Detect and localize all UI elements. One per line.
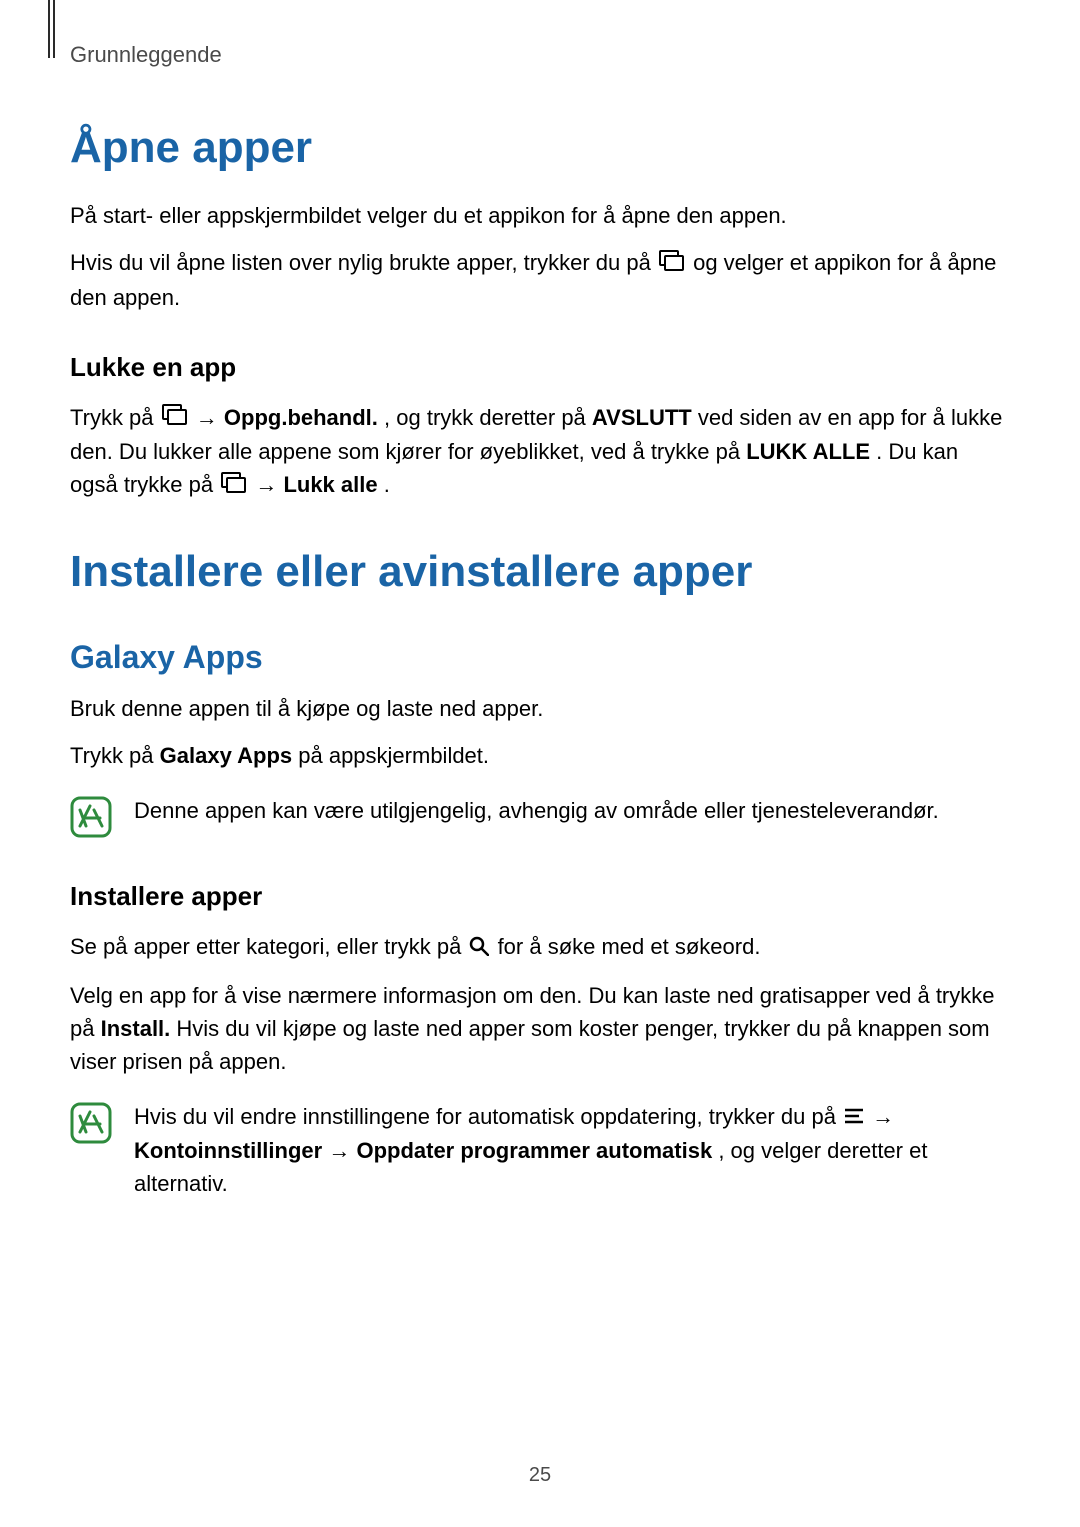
text-fragment: Se på apper etter kategori, eller trykk … [70, 934, 467, 959]
arrow-separator: → [328, 1138, 356, 1163]
text-bold: LUKK ALLE [746, 439, 870, 464]
note-text: Denne appen kan være utilgjengelig, avhe… [134, 794, 939, 827]
recent-apps-icon [162, 402, 188, 435]
paragraph: Se på apper etter kategori, eller trykk … [70, 930, 1010, 965]
page-number: 25 [0, 1464, 1080, 1487]
text-fragment: , og trykk deretter på [384, 405, 592, 430]
text-bold: Oppg.behandl. [224, 405, 378, 430]
text-fragment: Trykk på [70, 405, 160, 430]
paragraph: På start- eller appskjermbildet velger d… [70, 199, 1010, 232]
note-icon [70, 1102, 112, 1149]
heading-open-apps: Åpne apper [70, 123, 1010, 173]
text-bold: Oppdater programmer automatisk [356, 1138, 712, 1163]
recent-apps-icon [221, 470, 247, 503]
text-bold: Kontoinnstillinger [134, 1138, 322, 1163]
text-fragment: Hvis du vil åpne listen over nylig brukt… [70, 250, 657, 275]
paragraph: Trykk på Galaxy Apps på appskjermbildet. [70, 739, 1010, 772]
arrow-separator: → [255, 472, 283, 497]
text-bold: Lukk alle [283, 472, 377, 497]
paragraph: Hvis du vil åpne listen over nylig brukt… [70, 246, 1010, 314]
note-icon [70, 796, 112, 843]
search-icon [469, 932, 489, 965]
recent-apps-icon [659, 248, 685, 281]
heading-close-app: Lukke en app [70, 352, 1010, 383]
text-fragment: for å søke med et søkeord. [498, 934, 761, 959]
text-bold: Install. [101, 1016, 171, 1041]
text-fragment: . [384, 472, 390, 497]
text-fragment: på appskjermbildet. [298, 743, 489, 768]
heading-install-uninstall: Installere eller avinstallere apper [70, 547, 1010, 597]
text-bold: Galaxy Apps [160, 743, 292, 768]
note-block: Denne appen kan være utilgjengelig, avhe… [70, 794, 1010, 843]
note-block: Hvis du vil endre innstillingene for aut… [70, 1100, 1010, 1201]
paragraph: Bruk denne appen til å kjøpe og laste ne… [70, 692, 1010, 725]
document-page: Grunnleggende Åpne apper På start- eller… [0, 0, 1080, 1527]
text-fragment: Hvis du vil kjøpe og laste ned apper som… [70, 1016, 990, 1074]
menu-icon [844, 1101, 864, 1134]
page-tab-marker [48, 0, 55, 58]
arrow-separator: → [872, 1104, 894, 1129]
text-fragment: Trykk på [70, 743, 160, 768]
paragraph: Trykk på → Oppg.behandl. , og trykk dere… [70, 401, 1010, 503]
text-bold: AVSLUTT [592, 405, 692, 430]
breadcrumb: Grunnleggende [70, 38, 1010, 71]
arrow-separator: → [196, 405, 224, 430]
text-fragment: Hvis du vil endre innstillingene for aut… [134, 1104, 842, 1129]
heading-install-apps: Installere apper [70, 881, 1010, 912]
paragraph: Velg en app for å vise nærmere informasj… [70, 979, 1010, 1078]
note-text: Hvis du vil endre innstillingene for aut… [134, 1100, 1010, 1201]
heading-galaxy-apps: Galaxy Apps [70, 639, 1010, 676]
